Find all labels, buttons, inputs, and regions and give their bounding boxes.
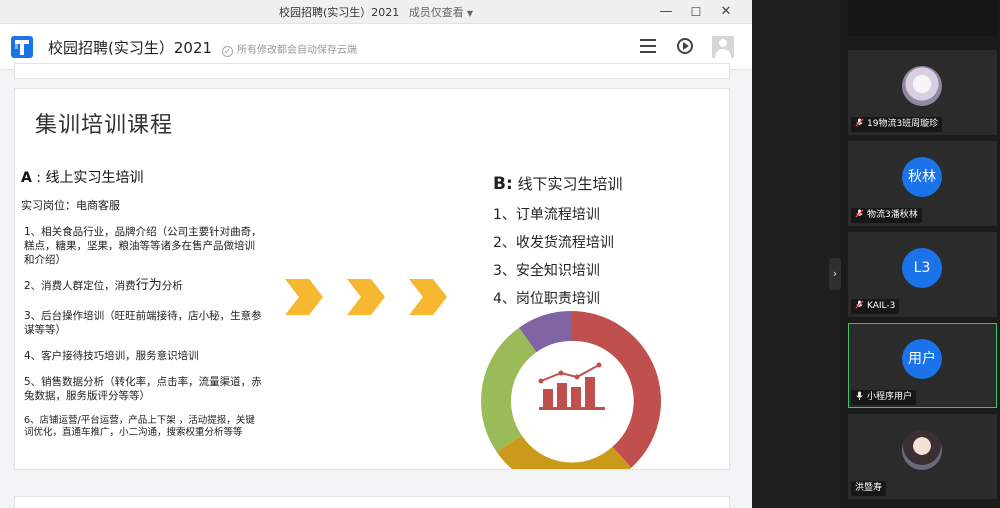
mic-muted-icon [855,300,864,309]
section-b-list: 1、订单流程培训 2、收发货流程培训 3、安全知识培训 4、岗位职责培训 [493,201,614,313]
chevron-right-icon [347,279,385,315]
list-item: 3、安全知识培训 [493,263,600,279]
list-item: 5、销售数据分析（转化率，点击率，流量渠道，赤兔数据，服务版评分等等） [24,376,262,402]
collapse-panel-button[interactable]: › [829,258,841,290]
minimize-button[interactable]: — [656,2,676,22]
section-b-heading: B: 线下实习生培训 [493,174,623,194]
bar-chart-icon [538,362,605,410]
section-a-heading: A : 线上实习生培训 [21,170,144,186]
menu-icon[interactable] [640,39,656,53]
mic-muted-icon [855,118,864,127]
donut-segment-red [571,311,661,468]
donut-segment-green [481,327,537,453]
participant-name: 小程序用户 [867,392,913,402]
maximize-button[interactable]: ☐ [686,2,706,22]
participants-panel: › 19物流3班周璇珍 秋林 物流3潘秋林 L3 KAIL-3 用户 小程序用户… [752,0,1000,508]
list-item: 4、岗位职责培训 [493,291,600,307]
current-slide[interactable]: 集训培训课程 A : 线上实习生培训 实习岗位：电商客服 1、相关食品行业，品牌… [14,88,730,470]
play-icon[interactable] [677,38,693,54]
participant-tile-active[interactable]: 用户 小程序用户 [848,323,997,408]
list-item: 2、消费人群定位，消费行为分析 [24,278,183,293]
avatar: 秋林 [902,157,942,197]
doc-name[interactable]: 校园招聘(实习生）2021 [48,37,212,58]
internship-post: 实习岗位：电商客服 [21,199,120,212]
participant-name: KAIL-3 [867,301,896,311]
slides-scroll-area[interactable]: 集训培训课程 A : 线上实习生培训 实习岗位：电商客服 1、相关食品行业，品牌… [0,63,752,508]
list-item: 1、相关食品行业，品牌介绍（公司主要针对曲奇，糕点，糖果，坚果，粮油等等诸多在售… [24,226,262,266]
window-title: 校园招聘(实习生）2021 [279,6,400,19]
close-button[interactable]: ✕ [716,2,736,22]
members-view-dropdown[interactable]: 成员仅查看 ▼ [409,6,473,19]
donut-chart-graphic [481,311,661,469]
list-item: 3、后台操作培训（旺旺前端接待，店小秘，生意参谋等等） [24,310,262,336]
participant-name: 物流3潘秋林 [867,210,918,220]
autosave-status: ✓ 所有修改都会自动保存云端 [222,41,357,57]
previous-slide[interactable] [14,63,730,79]
next-slide[interactable] [14,496,730,508]
avatar [902,66,942,106]
donut-segment-gold [496,435,632,469]
check-circle-icon: ✓ [222,46,233,57]
app-logo-icon[interactable] [10,35,34,59]
chevron-right-icon [285,279,323,315]
list-item: 6、店铺运营/平台运营，产品上下架 ，活动提报，关键词优化，直通车推广，小二沟通… [24,415,255,438]
mic-muted-icon [855,209,864,218]
caret-down-icon: ▼ [466,9,473,18]
list-item: 2、收发货流程培训 [493,235,614,251]
list-item: 1、订单流程培训 [493,207,600,223]
slide-title: 集训培训课程 [35,113,174,138]
chevron-right-icon [409,279,447,315]
participant-name: 洪暨寿 [855,483,883,493]
participant-name: 19物流3班周璇珍 [867,119,939,129]
title-bar: 校园招聘(实习生）2021 成员仅查看 ▼ — ☐ ✕ [0,0,752,24]
docs-app-window: 校园招聘(实习生）2021 成员仅查看 ▼ — ☐ ✕ 校园招聘(实习生）2021… [0,0,752,508]
list-item: 4、客户接待技巧培训，服务意识培训 [24,350,199,362]
participant-tile[interactable]: 19物流3班周璇珍 [848,50,997,135]
avatar: 用户 [902,339,942,379]
participant-tile[interactable]: 秋林 物流3潘秋林 [848,141,997,226]
user-avatar[interactable] [712,36,734,58]
section-a-list: 1、相关食品行业，品牌介绍（公司主要针对曲奇，糕点，糖果，坚果，粮油等等诸多在售… [24,225,264,451]
chevron-right-icon: › [832,267,838,280]
avatar: L3 [902,248,942,288]
participant-tile[interactable]: L3 KAIL-3 [848,232,997,317]
mic-icon [856,391,863,400]
avatar [902,430,942,470]
participant-tile[interactable]: 洪暨寿 [848,414,997,499]
